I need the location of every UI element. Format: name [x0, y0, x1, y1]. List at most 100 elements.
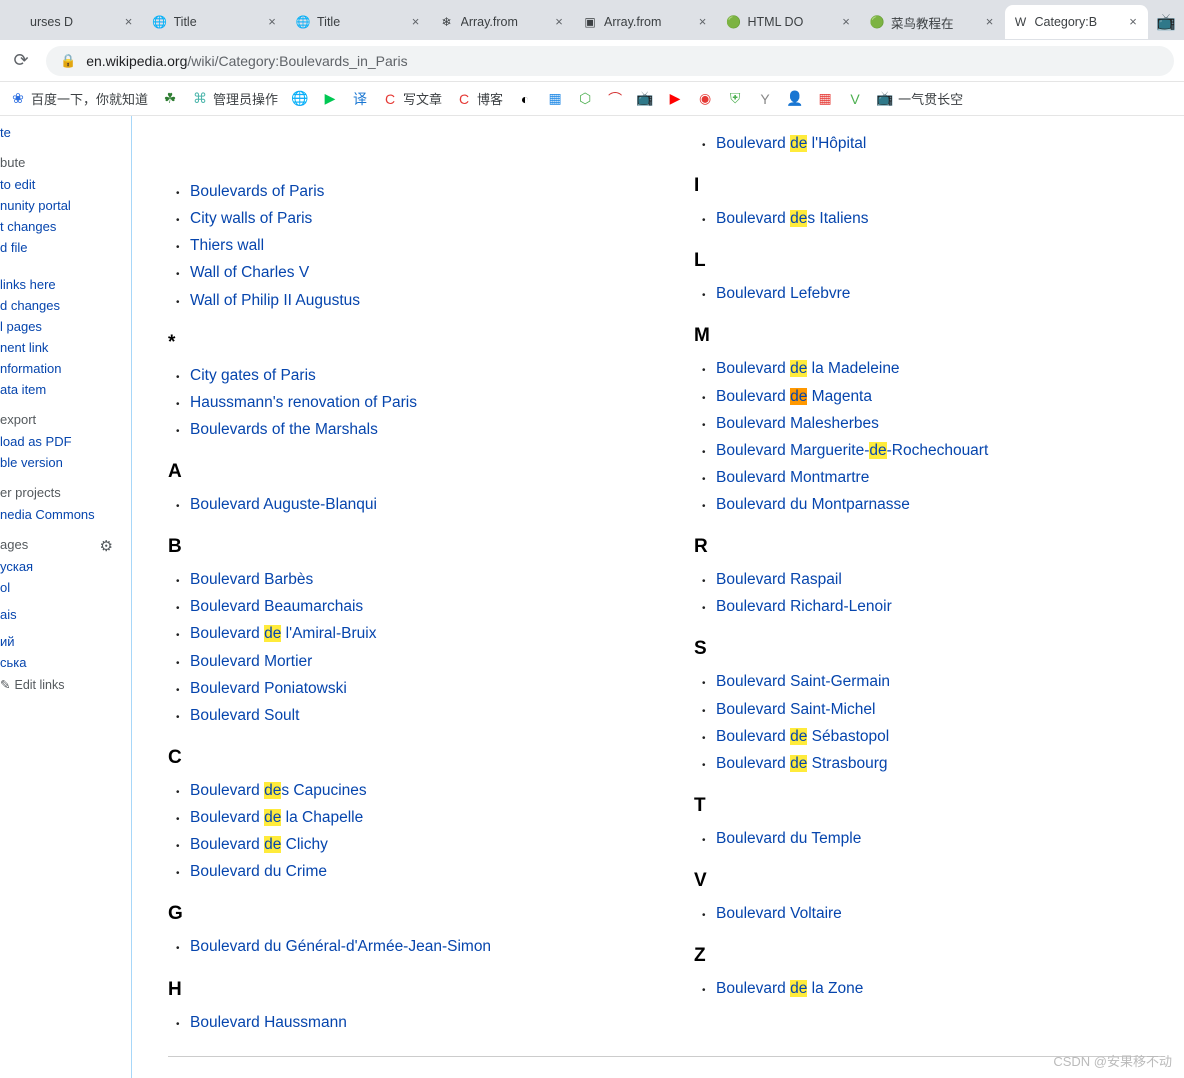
bookmark-item[interactable]: ▶	[667, 91, 683, 107]
category-link[interactable]: Boulevard de Strasbourg	[716, 755, 888, 772]
category-link[interactable]: City walls of Paris	[190, 210, 312, 227]
category-link[interactable]: Boulevard de l'Amiral-Bruix	[190, 625, 376, 642]
sidebar-link[interactable]: t changes	[0, 216, 131, 237]
category-link[interactable]: Boulevard de l'Hôpital	[716, 135, 866, 152]
bookmark-item[interactable]: ⬡	[577, 91, 593, 107]
bookmark-item[interactable]: ◉	[697, 91, 713, 107]
close-icon[interactable]: ×	[696, 15, 710, 29]
category-link[interactable]: Boulevard Marguerite-de-Rochechouart	[716, 442, 988, 459]
browser-tab[interactable]: 🌐Title×	[144, 5, 288, 39]
category-link[interactable]: Boulevard du Montparnasse	[716, 496, 910, 513]
category-link[interactable]: Boulevard Richard-Lenoir	[716, 598, 892, 615]
bookmark-item[interactable]: ❀百度一下，你就知道	[10, 89, 148, 108]
sidebar-link[interactable]: nunity portal	[0, 195, 131, 216]
category-link[interactable]: Boulevard de Clichy	[190, 836, 328, 853]
category-link[interactable]: Boulevard Mortier	[190, 653, 312, 670]
browser-tab[interactable]: 🟢HTML DO×	[718, 5, 862, 39]
reload-button[interactable]: ⟳	[10, 50, 32, 72]
close-icon[interactable]: ×	[265, 15, 279, 29]
category-link[interactable]: Boulevard de Magenta	[716, 388, 872, 405]
gear-icon[interactable]: ⚙	[100, 537, 113, 555]
bookmark-item[interactable]: ◐	[517, 91, 533, 107]
category-link[interactable]: Boulevard Saint-Michel	[716, 701, 875, 718]
url-omnibox[interactable]: 🔒 en.wikipedia.org/wiki/Category:Bouleva…	[46, 46, 1174, 76]
category-link[interactable]: Boulevard Barbès	[190, 571, 313, 588]
category-link[interactable]: Boulevard du Temple	[716, 830, 861, 847]
category-link[interactable]: Boulevard Montmartre	[716, 469, 869, 486]
bookmark-item[interactable]: V	[847, 91, 863, 107]
bookmark-item[interactable]: Y	[757, 91, 773, 107]
category-link[interactable]: Boulevard du Crime	[190, 863, 327, 880]
sidebar-link[interactable]: nedia Commons	[0, 504, 131, 525]
browser-tab[interactable]: urses D×	[0, 5, 144, 39]
sidebar-link[interactable]: nent link	[0, 337, 131, 358]
sidebar-link[interactable]: nformation	[0, 358, 131, 379]
sidebar-link[interactable]: ий	[0, 631, 131, 652]
category-link[interactable]: Boulevard des Italiens	[716, 210, 869, 227]
sidebar-link[interactable]: ata item	[0, 379, 131, 400]
category-link[interactable]: Boulevard de la Chapelle	[190, 809, 363, 826]
sidebar-link[interactable]: te	[0, 122, 131, 143]
sidebar-link[interactable]: to edit	[0, 174, 131, 195]
sidebar-link[interactable]: links here	[0, 274, 131, 295]
sidebar-link[interactable]: load as PDF	[0, 431, 131, 452]
bookmark-item[interactable]: ▶	[322, 91, 338, 107]
bookmark-item[interactable]: 🌐	[292, 91, 308, 107]
category-link[interactable]: Thiers wall	[190, 237, 264, 254]
sidebar-link[interactable]: ська	[0, 652, 131, 673]
edit-links-button[interactable]: ✎Edit links	[0, 673, 131, 696]
sidebar-link[interactable]: d changes	[0, 295, 131, 316]
category-link[interactable]: Boulevards of Paris	[190, 183, 324, 200]
bookmark-item[interactable]: 👤	[787, 91, 803, 107]
sidebar-link[interactable]: ais	[0, 604, 131, 625]
category-link[interactable]: Boulevard de Sébastopol	[716, 728, 889, 745]
sidebar-link[interactable]: l pages	[0, 316, 131, 337]
bookmark-item[interactable]: C写文章	[382, 89, 442, 108]
category-link[interactable]: Wall of Charles V	[190, 264, 309, 281]
close-icon[interactable]: ×	[839, 15, 853, 29]
category-link[interactable]: Boulevard du Général-d'Armée-Jean-Simon	[190, 938, 491, 955]
category-link[interactable]: Boulevard Saint-Germain	[716, 673, 890, 690]
sidebar-link[interactable]: ol	[0, 577, 131, 598]
close-icon[interactable]: ×	[122, 15, 136, 29]
browser-tab[interactable]: 🟢菜鸟教程在×	[861, 5, 1005, 39]
browser-tab[interactable]: WCategory:B×	[1005, 5, 1149, 39]
bookmark-item[interactable]: 译	[352, 91, 368, 107]
bookmark-item[interactable]: C博客	[456, 89, 503, 108]
bookmark-item[interactable]: ▦	[817, 91, 833, 107]
bookmark-item[interactable]: ⌘管理员操作	[192, 89, 278, 108]
browser-tab[interactable]: ❄Array.from×	[431, 5, 575, 39]
category-link[interactable]: Boulevard Auguste-Blanqui	[190, 496, 377, 513]
category-link[interactable]: Boulevard Beaumarchais	[190, 598, 363, 615]
close-icon[interactable]: ×	[552, 15, 566, 29]
category-link[interactable]: Boulevards of the Marshals	[190, 421, 378, 438]
sidebar-link[interactable]: ble version	[0, 452, 131, 473]
sidebar-link[interactable]: d file	[0, 237, 131, 258]
close-icon[interactable]: ×	[409, 15, 423, 29]
category-link[interactable]: Boulevard Lefebvre	[716, 285, 850, 302]
category-link[interactable]: Boulevard Raspail	[716, 571, 842, 588]
bookmark-item[interactable]: 📺	[637, 91, 653, 107]
browser-tab[interactable]: 🌐Title×	[287, 5, 431, 39]
bookmark-item[interactable]: ▦	[547, 91, 563, 107]
sidebar-link[interactable]: уская	[0, 556, 131, 577]
close-icon[interactable]: ×	[1126, 15, 1140, 29]
close-icon[interactable]: ×	[983, 15, 997, 29]
category-link[interactable]: Boulevard Poniatowski	[190, 680, 347, 697]
category-link[interactable]: Boulevard Haussmann	[190, 1014, 347, 1031]
category-link[interactable]: City gates of Paris	[190, 367, 316, 384]
category-link[interactable]: Boulevard de la Madeleine	[716, 360, 900, 377]
category-link[interactable]: Boulevard de la Zone	[716, 980, 863, 997]
category-link[interactable]: Haussmann's renovation of Paris	[190, 394, 417, 411]
tab-overflow-button[interactable]: 📺	[1148, 5, 1184, 39]
bookmark-item[interactable]: ☘	[162, 91, 178, 107]
bookmark-item[interactable]: ⛨	[727, 91, 743, 107]
category-link[interactable]: Wall of Philip II Augustus	[190, 292, 360, 309]
browser-tab[interactable]: ▣Array.from×	[574, 5, 718, 39]
category-link[interactable]: Boulevard Soult	[190, 707, 299, 724]
bookmark-item[interactable]: 📺一气贯长空	[877, 89, 963, 108]
category-link[interactable]: Boulevard des Capucines	[190, 782, 367, 799]
category-link[interactable]: Boulevard Voltaire	[716, 905, 842, 922]
bookmark-item[interactable]: ⌒	[607, 91, 623, 107]
category-link[interactable]: Boulevard Malesherbes	[716, 415, 879, 432]
